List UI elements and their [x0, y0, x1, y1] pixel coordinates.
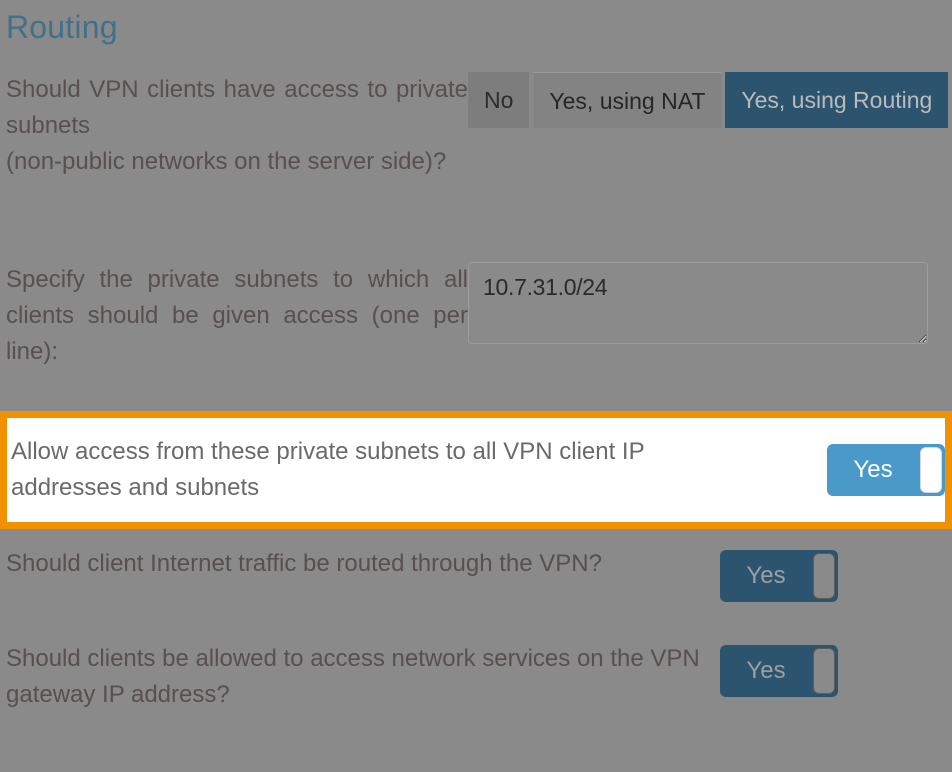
allow-access-row-highlighted: Allow access from these private subnets …: [0, 411, 952, 529]
gateway-services-question: Should clients be allowed to access netw…: [6, 641, 720, 713]
internet-traffic-toggle[interactable]: Yes: [720, 550, 838, 602]
page-title: Routing: [6, 9, 118, 45]
allow-access-question-text: Allow access from these private subnets …: [11, 438, 645, 501]
allow-access-question: Allow access from these private subnets …: [11, 434, 707, 506]
private-subnets-row: Specify the private subnets to which all…: [0, 262, 952, 370]
private-subnets-question: Specify the private subnets to which all…: [6, 262, 468, 370]
private-subnet-access-question: Should VPN clients have access to privat…: [6, 72, 468, 180]
private-subnets-input[interactable]: [468, 262, 928, 344]
toggle-knob-icon: [813, 553, 835, 599]
internet-traffic-row: Should client Internet traffic be routed…: [0, 546, 952, 602]
allow-access-toggle[interactable]: Yes: [827, 444, 945, 496]
allow-access-toggle-label: Yes: [853, 456, 893, 483]
access-mode-option-nat[interactable]: Yes, using NAT: [533, 72, 722, 128]
private-subnet-access-label-cell: Should VPN clients have access to privat…: [0, 72, 468, 180]
question-line-1: Should VPN clients have access to privat…: [6, 76, 468, 139]
gateway-services-toggle[interactable]: Yes: [720, 645, 838, 697]
question-line-2: (non-public networks on the server side)…: [6, 148, 447, 175]
private-subnets-label-cell: Specify the private subnets to which all…: [0, 262, 468, 370]
access-mode-option-routing[interactable]: Yes, using Routing: [725, 72, 949, 128]
private-subnet-access-row: Should VPN clients have access to privat…: [0, 72, 952, 180]
internet-traffic-toggle-cell: Yes: [720, 546, 838, 602]
gateway-services-label-cell: Should clients be allowed to access netw…: [0, 641, 720, 713]
access-mode-option-no[interactable]: No: [468, 72, 530, 128]
allow-access-label-cell: Allow access from these private subnets …: [7, 434, 707, 506]
gateway-services-row: Should clients be allowed to access netw…: [0, 641, 952, 713]
private-subnets-question-text: Specify the private subnets to which all…: [6, 266, 468, 365]
gateway-services-toggle-label: Yes: [746, 657, 786, 684]
gateway-services-question-text: Should clients be allowed to access netw…: [6, 645, 700, 708]
access-mode-button-group: No Yes, using NAT Yes, using Routing: [468, 72, 949, 128]
toggle-knob-icon: [920, 447, 942, 493]
internet-traffic-label-cell: Should client Internet traffic be routed…: [0, 546, 720, 582]
internet-traffic-question: Should client Internet traffic be routed…: [6, 546, 720, 582]
routing-settings-page: Routing Should VPN clients have access t…: [0, 0, 952, 772]
internet-traffic-question-text: Should client Internet traffic be routed…: [6, 550, 602, 577]
internet-traffic-toggle-label: Yes: [746, 562, 786, 589]
gateway-services-toggle-cell: Yes: [720, 641, 838, 697]
toggle-knob-icon: [813, 648, 835, 694]
